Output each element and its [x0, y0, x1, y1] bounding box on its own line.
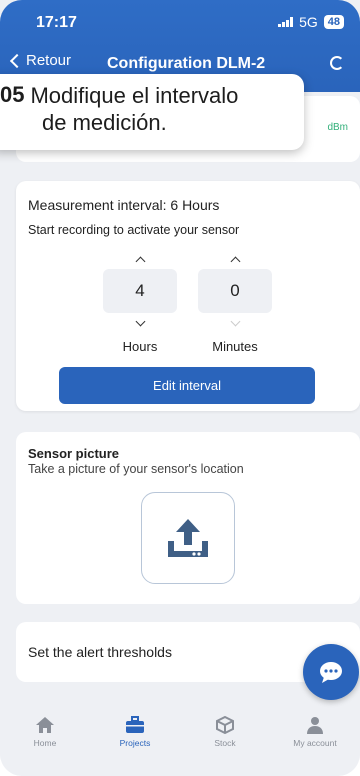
alert-thresholds-label: Set the alert thresholds — [28, 644, 172, 660]
minutes-increase-button[interactable] — [198, 247, 272, 269]
briefcase-icon — [126, 716, 144, 733]
signal-unit: dBm — [327, 122, 348, 133]
tab-home-label: Home — [33, 738, 57, 748]
callout-text-line1: Modifique el intervalo — [30, 83, 239, 108]
minutes-label: Minutes — [212, 339, 258, 354]
box-icon — [216, 716, 234, 734]
back-button[interactable]: Retour — [8, 52, 71, 69]
chat-button[interactable] — [303, 644, 359, 700]
back-label: Retour — [26, 52, 72, 69]
signal-icon — [278, 17, 294, 27]
chevron-down-icon — [135, 316, 145, 326]
hours-label: Hours — [122, 339, 158, 354]
upload-icon — [168, 519, 208, 557]
home-icon — [36, 717, 54, 733]
hours-value[interactable]: 4 — [103, 269, 177, 313]
chevron-down-icon — [230, 316, 240, 326]
hours-increase-button[interactable] — [103, 247, 177, 269]
tab-projects[interactable]: Projects — [90, 710, 180, 760]
measurement-card: Measurement interval: 6 Hours Start reco… — [16, 181, 360, 411]
network-type: 5G — [299, 14, 318, 30]
minutes-decrease-button[interactable] — [198, 313, 272, 335]
hours-decrease-button[interactable] — [103, 313, 177, 335]
page-title: Configuration DLM-2 — [107, 55, 266, 72]
chevron-up-icon — [230, 256, 240, 266]
edit-interval-button[interactable]: Edit interval — [59, 367, 315, 404]
chevron-left-icon — [9, 53, 25, 68]
app-screen: 17:17 5G 48 Retour Configuration DLM-2 d… — [0, 0, 360, 776]
callout-step-number: 05 — [0, 82, 25, 107]
measurement-subtitle: Start recording to activate your sensor — [28, 223, 240, 237]
minutes-picker: 0 Minutes — [198, 247, 272, 354]
measurement-title: Measurement interval: 6 Hours — [28, 197, 220, 213]
refresh-icon[interactable] — [330, 56, 344, 70]
tab-my-account-label: My account — [293, 738, 337, 748]
tutorial-callout: 05 Modifique el intervalo de medición. — [0, 74, 304, 150]
battery-icon: 48 — [323, 15, 344, 29]
sensor-picture-card: Sensor picture Take a picture of your se… — [16, 432, 360, 604]
minutes-value[interactable]: 0 — [198, 269, 272, 313]
sensor-picture-subtitle: Take a picture of your sensor's location — [28, 462, 244, 476]
chevron-up-icon — [135, 256, 145, 266]
tab-my-account[interactable]: My account — [270, 710, 360, 760]
user-icon — [307, 717, 323, 734]
chat-icon — [320, 662, 342, 683]
bottom-tab-bar: Home Projects Stock My account — [0, 710, 360, 760]
callout-text-line2: de medición. — [42, 110, 167, 135]
tab-projects-label: Projects — [119, 738, 151, 748]
upload-photo-button[interactable] — [141, 492, 235, 584]
tab-stock[interactable]: Stock — [180, 710, 270, 760]
status-indicators: 5G 48 — [278, 14, 344, 30]
status-time: 17:17 — [36, 14, 77, 31]
sensor-picture-title: Sensor picture — [28, 446, 120, 461]
hours-picker: 4 Hours — [103, 247, 177, 354]
tab-stock-label: Stock — [214, 738, 236, 748]
tab-home[interactable]: Home — [0, 710, 90, 760]
